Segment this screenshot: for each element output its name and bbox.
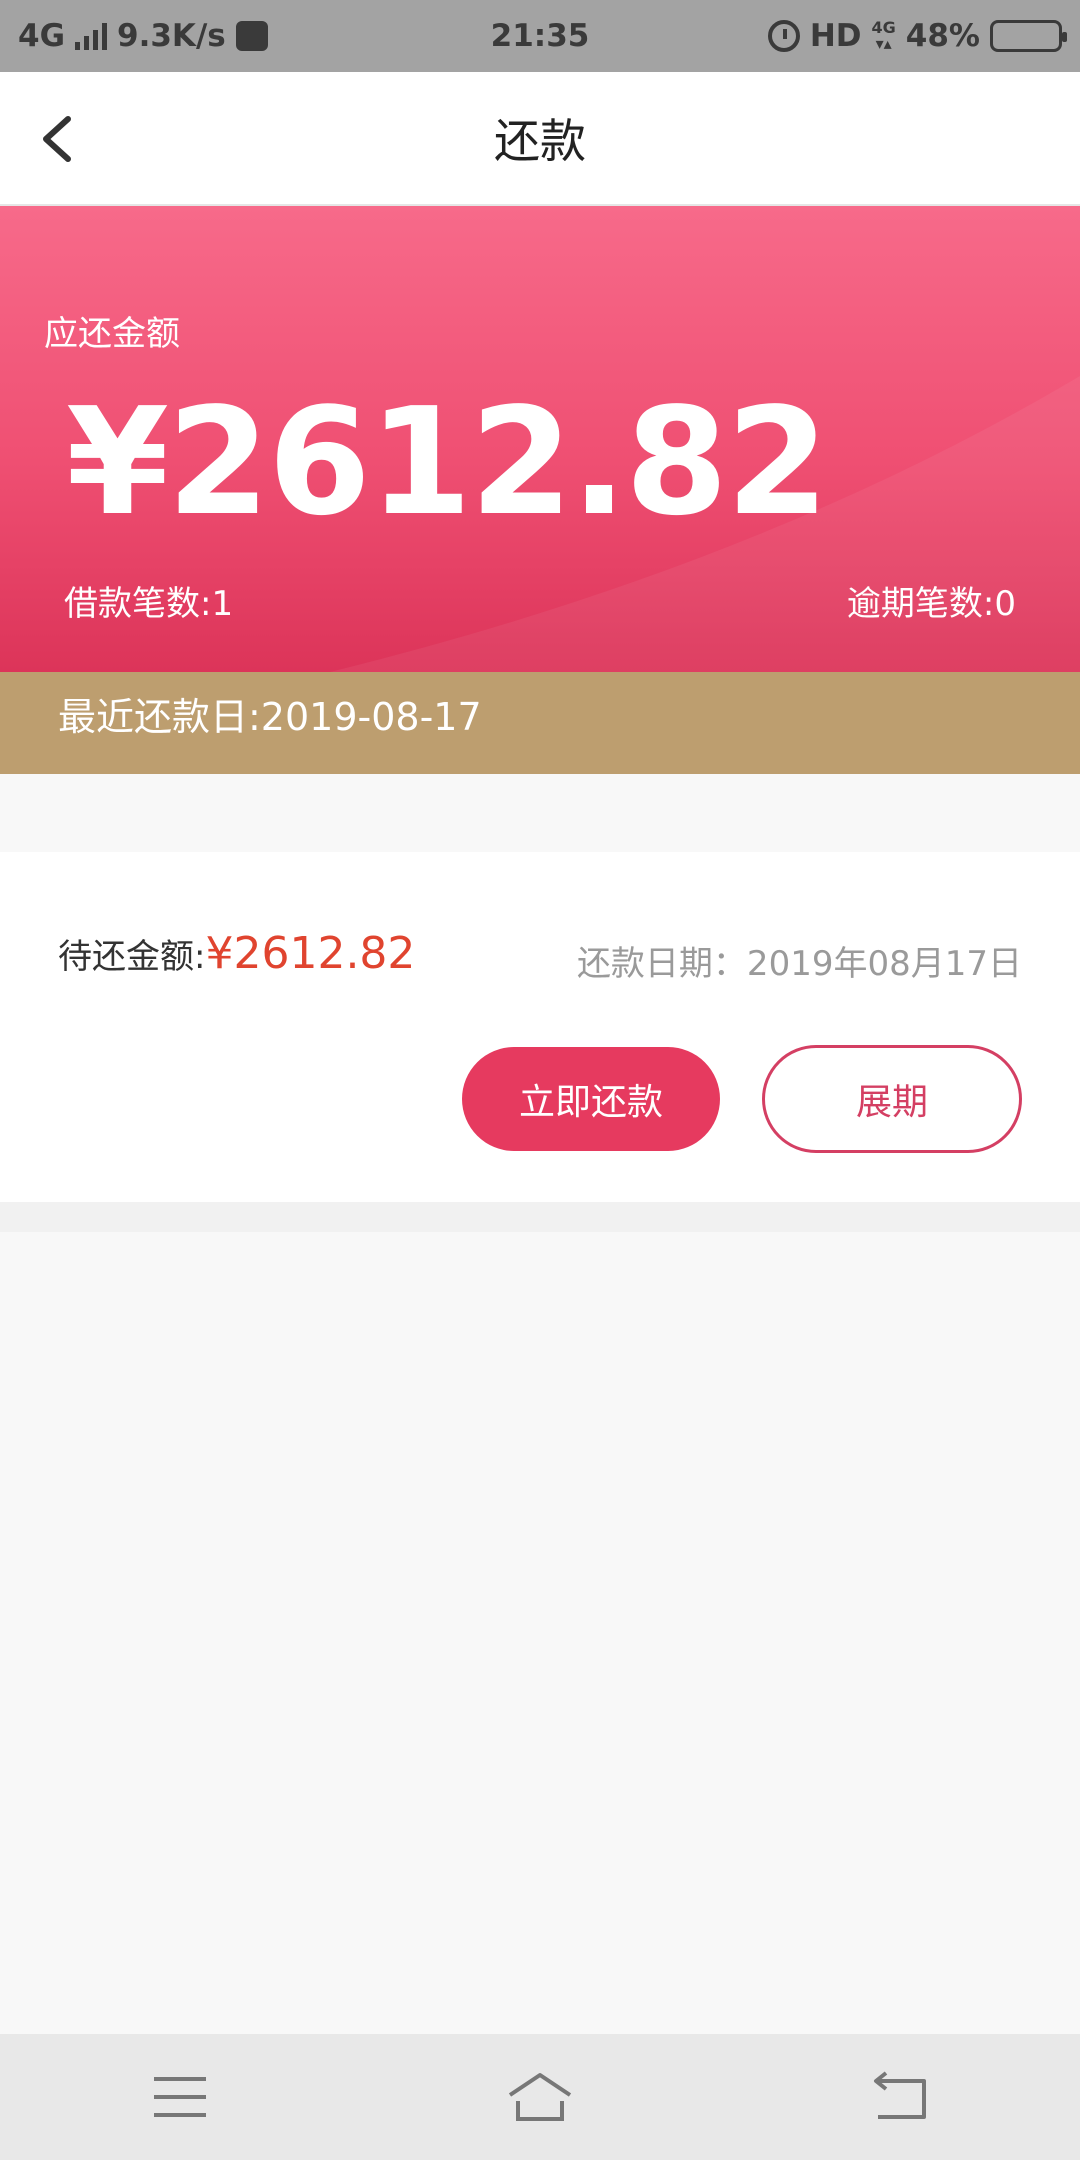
pending-amount-label: 待还金额: [58,937,206,977]
pending-amount-row: 待还金额: ¥2612.82 [58,928,415,979]
speed-app-icon [235,21,268,51]
amount-due-label: 应还金额 [44,314,180,354]
section-divider [0,1202,1080,1232]
battery-percent: 48% [905,18,980,54]
net-arrows-icon: ▾▴ [875,34,892,53]
nav-bar: 还款 [0,72,1080,206]
amount-due-value: ¥2612.82 [66,376,829,548]
screen: 4G 9.3K/s 21:35 HD 4G ▾▴ 48% 还款 应还金额 ¥26… [0,0,1080,2160]
status-bar: 4G 9.3K/s 21:35 HD 4G ▾▴ 48% [0,0,1080,72]
hd-indicator: HD [809,18,862,54]
due-date: 还款日期：2019年08月17日 [576,944,1022,984]
pay-now-button[interactable]: 立即还款 [462,1047,720,1151]
amount-due-card: 应还金额 ¥2612.82 借款笔数:1 逾期笔数:0 [0,206,1080,672]
back-icon[interactable] [860,2057,940,2137]
home-icon[interactable] [500,2057,580,2137]
menu-icon[interactable] [140,2057,220,2137]
network-type: 4G [18,18,66,54]
battery-icon [990,20,1067,52]
status-left: 4G 9.3K/s [18,18,268,54]
extend-button[interactable]: 展期 [762,1045,1022,1153]
net-4g-icon: 4G ▾▴ [872,20,896,52]
chevron-left-icon[interactable] [30,109,90,169]
pending-amount-value: ¥2612.82 [205,928,416,979]
signal-icon [75,22,108,50]
network-speed: 9.3K/s [117,18,226,54]
system-nav-bar [0,2034,1080,2160]
page-title: 还款 [494,114,586,168]
status-right: HD 4G ▾▴ 48% [767,18,1067,54]
borrow-count: 借款笔数:1 [64,584,234,624]
alarm-icon [767,20,800,52]
overdue-count: 逾期笔数:0 [846,584,1016,624]
bill-card: 待还金额: ¥2612.82 还款日期：2019年08月17日 立即还款 展期 [0,852,1080,1202]
recent-repayment-date: 最近还款日:2019-08-17 [0,672,1080,774]
